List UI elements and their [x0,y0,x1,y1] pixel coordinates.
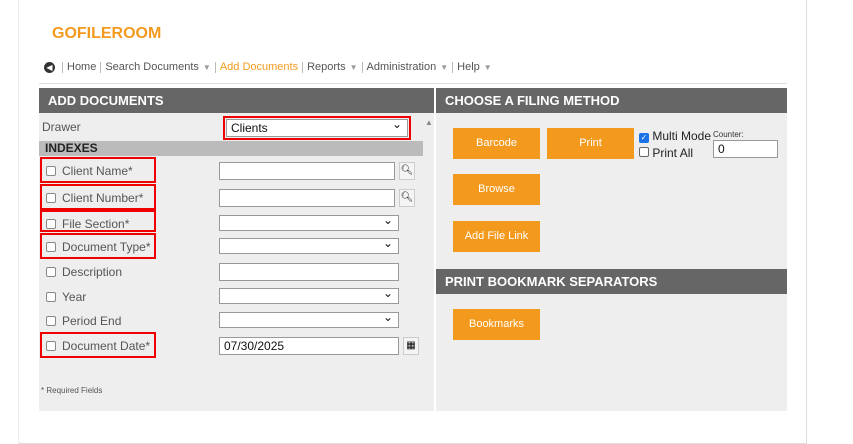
field-checkbox[interactable] [46,292,56,302]
panel-title: ADD DOCUMENTS [39,88,434,113]
checkbox-checked-icon[interactable]: ✓ [639,133,649,143]
field-label: File Section* [62,217,130,231]
field-checkbox[interactable] [46,193,56,203]
bookmark-title: PRINT BOOKMARK SEPARATORS [436,269,787,294]
add-documents-panel: ADD DOCUMENTS Drawer Clients ▲ INDEXES C… [39,88,434,411]
field-label: Document Type* [62,240,151,254]
nav-search-documents[interactable]: Search Documents [105,61,199,73]
field-checkbox[interactable] [46,219,56,229]
barcode-button[interactable]: Barcode [453,128,540,159]
drawer-select[interactable]: Clients [226,117,408,137]
logo: GOFILEROOM [52,25,162,42]
field-checkbox[interactable] [46,267,56,277]
caret-down-icon[interactable]: ▼ [440,63,448,72]
page-border-left [18,0,19,444]
field-checkbox[interactable] [46,316,56,326]
field-input[interactable] [219,263,399,281]
filing-method-title: CHOOSE A FILING METHOD [436,88,787,113]
bookmarks-button[interactable]: Bookmarks [453,309,540,340]
required-note: * Required Fields [41,386,103,395]
field-input[interactable] [219,236,399,254]
print-button[interactable]: Print [547,128,634,159]
field-input[interactable] [219,189,395,207]
print-all-option[interactable]: Print All [639,146,693,160]
field-input[interactable] [219,213,399,231]
field-input[interactable] [219,162,395,180]
multi-mode-label: Multi Mode [652,129,712,143]
field-label: Client Name* [62,164,133,178]
print-all-label: Print All [652,146,694,160]
field-input[interactable] [219,286,399,304]
field-label: Period End [62,314,122,328]
nav-home[interactable]: Home [67,61,96,73]
nav-divider [39,83,787,84]
calendar-icon[interactable]: ▦ [403,337,419,355]
nav-help[interactable]: Help [457,61,480,73]
nav-reports[interactable]: Reports [307,61,346,73]
field-checkbox[interactable] [46,166,56,176]
drawer-label: Drawer [42,120,81,134]
field-input[interactable]: 07/30/2025 [219,337,399,355]
add-file-link-button[interactable]: Add File Link [453,221,540,252]
search-icon[interactable]: 🔍︎ [399,162,415,180]
nav-administration[interactable]: Administration [367,61,437,73]
search-icon[interactable]: 🔍︎ [399,189,415,207]
caret-down-icon[interactable]: ▼ [350,63,358,72]
counter-input[interactable]: 0 [713,140,778,158]
nav-add-documents[interactable]: Add Documents [220,61,298,73]
field-value: 07/30/2025 [224,339,285,353]
field-label: Client Number* [62,191,144,205]
field-label: Document Date* [62,339,151,353]
counter-label: Counter: [713,130,744,139]
indexes-header: INDEXES [39,141,423,156]
drawer-value: Clients [231,121,268,135]
caret-down-icon[interactable]: ▼ [484,63,492,72]
multi-mode-option[interactable]: ✓ Multi Mode [639,129,711,143]
page-border-right [806,0,807,444]
field-checkbox[interactable] [46,242,56,252]
browse-button[interactable]: Browse [453,174,540,205]
main-nav: ◀ Home Search Documents ▼ Add Documents R… [44,61,492,73]
field-checkbox[interactable] [46,341,56,351]
checkbox-icon[interactable] [639,147,649,157]
caret-down-icon[interactable]: ▼ [203,63,211,72]
field-label: Description [62,265,123,279]
back-icon[interactable]: ◀ [44,61,55,73]
filing-method-panel: CHOOSE A FILING METHOD Barcode Print ✓ M… [436,88,787,411]
field-label: Year [62,290,87,304]
field-input[interactable] [219,310,399,328]
scrollbar[interactable]: ▲ [425,118,433,408]
